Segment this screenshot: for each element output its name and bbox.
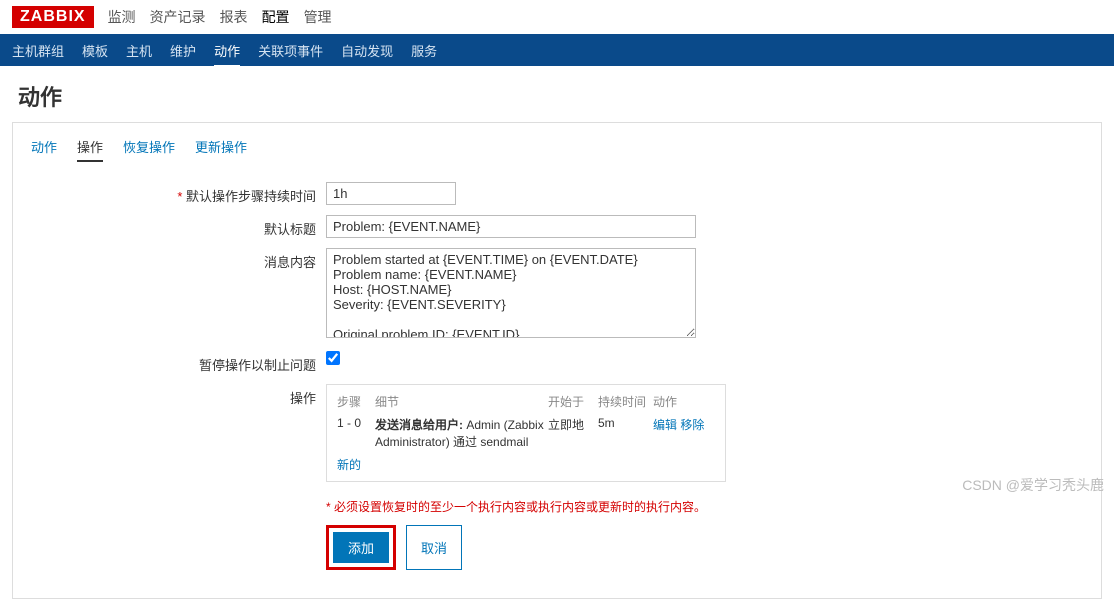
ops-detail-prefix: 发送消息给用户: bbox=[375, 418, 463, 432]
subnav-services[interactable]: 服务 bbox=[411, 41, 437, 60]
ops-row: 1 - 0 发送消息给用户: Admin (Zabbix Administrat… bbox=[337, 416, 715, 450]
ops-new-link[interactable]: 新的 bbox=[337, 456, 361, 473]
subnav-templates[interactable]: 模板 bbox=[82, 41, 108, 60]
ops-h-act: 动作 bbox=[653, 393, 715, 410]
subnav-hostgroups[interactable]: 主机群组 bbox=[12, 41, 64, 60]
subnav-actions[interactable]: 动作 bbox=[214, 41, 240, 68]
label-subject: 默认标题 bbox=[31, 215, 326, 238]
ops-steps: 1 - 0 bbox=[337, 416, 375, 450]
add-button[interactable]: 添加 bbox=[333, 532, 389, 563]
subnav-maintenance[interactable]: 维护 bbox=[170, 41, 196, 60]
tab-action[interactable]: 动作 bbox=[31, 137, 57, 162]
label-message: 消息内容 bbox=[31, 248, 326, 341]
page-title: 动作 bbox=[0, 66, 1114, 122]
sub-nav: 主机群组 模板 主机 维护 动作 关联项事件 自动发现 服务 bbox=[0, 34, 1114, 66]
tab-recovery[interactable]: 恢复操作 bbox=[123, 137, 175, 162]
ops-edit-link[interactable]: 编辑 bbox=[653, 418, 677, 432]
input-message[interactable]: Problem started at {EVENT.TIME} on {EVEN… bbox=[326, 248, 696, 338]
input-subject[interactable] bbox=[326, 215, 696, 238]
ops-header-row: 步骤 细节 开始于 持续时间 动作 bbox=[337, 393, 715, 410]
button-row: 添加 取消 bbox=[326, 525, 706, 570]
label-operations: 操作 bbox=[31, 384, 326, 482]
label-duration: 默认操作步骤持续时间 bbox=[31, 182, 326, 205]
checkbox-pause[interactable] bbox=[326, 351, 340, 365]
form-tabs: 动作 操作 恢复操作 更新操作 bbox=[31, 137, 1083, 162]
ops-detail: 发送消息给用户: Admin (Zabbix Administrator) 通过… bbox=[375, 416, 548, 450]
tab-operations[interactable]: 操作 bbox=[77, 137, 103, 162]
input-duration[interactable] bbox=[326, 182, 456, 205]
watermark: CSDN @爱学习秃头鹿 bbox=[962, 475, 1104, 495]
subnav-discovery[interactable]: 自动发现 bbox=[341, 41, 393, 60]
ops-remove-link[interactable]: 移除 bbox=[680, 418, 704, 432]
ops-h-start: 开始于 bbox=[548, 393, 598, 410]
label-pause: 暂停操作以制止问题 bbox=[31, 351, 326, 374]
ops-actions: 编辑 移除 bbox=[653, 416, 715, 450]
ops-start: 立即地 bbox=[548, 416, 598, 450]
nav-config[interactable]: 配置 bbox=[262, 7, 290, 27]
highlight-marker: 添加 bbox=[326, 525, 396, 570]
nav-reports[interactable]: 报表 bbox=[220, 7, 248, 27]
nav-inventory[interactable]: 资产记录 bbox=[150, 7, 206, 27]
content-card: 动作 操作 恢复操作 更新操作 默认操作步骤持续时间 默认标题 消息内容 Pro… bbox=[12, 122, 1102, 599]
ops-dur: 5m bbox=[598, 416, 653, 450]
nav-admin[interactable]: 管理 bbox=[304, 7, 332, 27]
ops-h-steps: 步骤 bbox=[337, 393, 375, 410]
ops-h-detail: 细节 bbox=[375, 393, 548, 410]
subnav-hosts[interactable]: 主机 bbox=[126, 41, 152, 60]
subnav-correlation[interactable]: 关联项事件 bbox=[258, 41, 323, 60]
nav-monitor[interactable]: 监测 bbox=[108, 7, 136, 27]
logo: ZABBIX bbox=[12, 6, 94, 28]
tab-update[interactable]: 更新操作 bbox=[195, 137, 247, 162]
cancel-button[interactable]: 取消 bbox=[406, 525, 462, 570]
top-bar: ZABBIX 监测 资产记录 报表 配置 管理 bbox=[0, 0, 1114, 34]
ops-h-dur: 持续时间 bbox=[598, 393, 653, 410]
operations-table: 步骤 细节 开始于 持续时间 动作 1 - 0 发送消息给用户: Admin (… bbox=[326, 384, 726, 482]
